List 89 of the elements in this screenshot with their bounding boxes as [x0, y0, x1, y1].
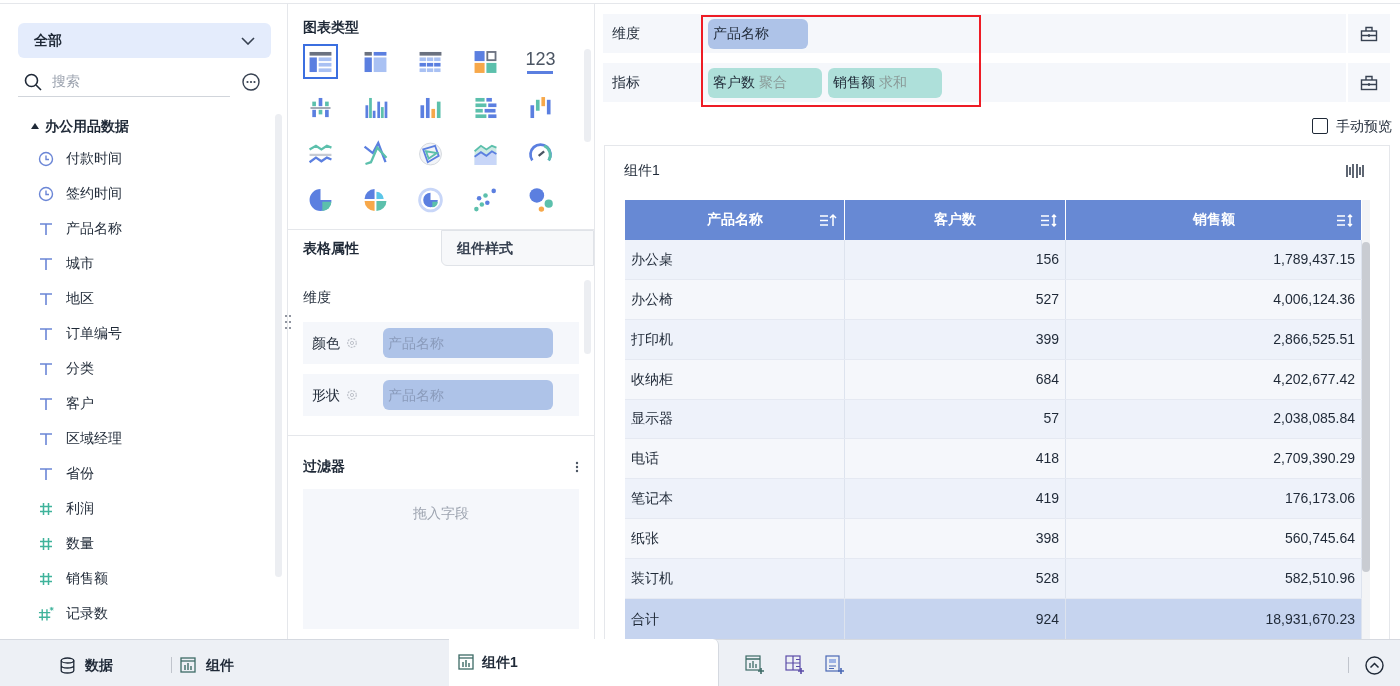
table-cell: 装订机: [625, 559, 845, 599]
dataset-name[interactable]: 办公用品数据: [45, 115, 129, 137]
table-cell: 528: [845, 559, 1066, 599]
widget-title: 组件1: [624, 161, 660, 180]
toolbox-icon[interactable]: [1360, 25, 1378, 42]
barcode-icon[interactable]: [1346, 162, 1364, 179]
chart-sheet-icon: [458, 654, 474, 670]
panel-tab[interactable]: 数据: [60, 654, 113, 676]
text-type-icon: [39, 326, 53, 341]
table-cell: 399: [845, 319, 1066, 359]
table-cell: 419: [845, 479, 1066, 519]
chart-type-button[interactable]: [303, 44, 338, 79]
toolbox-icon[interactable]: [1360, 74, 1378, 91]
search-field[interactable]: 搜索: [52, 71, 202, 92]
sort-ascending-icon[interactable]: [819, 211, 837, 228]
table-cell: 57: [845, 399, 1066, 439]
text-type-icon: [39, 361, 53, 376]
search-icon: [24, 72, 42, 91]
scope-dropdown[interactable]: 全部: [18, 23, 271, 58]
table-cell: 笔记本: [625, 479, 845, 519]
hash-icon: [39, 571, 53, 586]
table-cell: 办公椅: [625, 279, 845, 319]
text-type-icon: [39, 256, 53, 271]
field-item[interactable]: 产品名称: [66, 218, 122, 239]
table-cell: 418: [845, 439, 1066, 479]
expanded-triangle-icon[interactable]: [31, 122, 39, 130]
more-vertical-icon[interactable]: [575, 460, 579, 473]
sheet-tab[interactable]: 组件1: [449, 639, 719, 686]
field-pill[interactable]: 销售额 求和: [828, 67, 942, 98]
scrollbar[interactable]: [1362, 200, 1370, 639]
sort-icon[interactable]: [1336, 211, 1354, 228]
database-icon: [60, 656, 75, 674]
text-type-icon: [39, 466, 53, 481]
text-type-icon: [39, 431, 53, 446]
table-cell: 打印机: [625, 319, 845, 359]
table-cell: 纸张: [625, 519, 845, 559]
table-cell: 收纳柜: [625, 359, 845, 399]
table-cell: 684: [845, 359, 1066, 399]
clock-icon: [38, 150, 54, 167]
add-text-icon[interactable]: [825, 655, 845, 675]
text-type-icon: [39, 396, 53, 411]
table-cell: 显示器: [625, 399, 845, 439]
shelf-label: 维度: [612, 24, 641, 43]
field-item[interactable]: 付款时间: [66, 148, 122, 169]
field-item[interactable]: 省份: [66, 463, 94, 484]
add-chart-icon[interactable]: [745, 655, 765, 675]
property-label: 形状: [312, 385, 341, 405]
section-title: 图表类型: [303, 18, 360, 37]
table-cell: 156: [845, 239, 1066, 279]
table-cell: 办公桌: [625, 239, 845, 279]
table-cell: 电话: [625, 439, 845, 479]
field-item[interactable]: 客户: [66, 393, 94, 414]
property-label: 颜色: [312, 333, 341, 353]
field-item[interactable]: 区域经理: [66, 428, 122, 449]
hash-icon: [39, 536, 53, 551]
field-item[interactable]: 数量: [66, 533, 94, 554]
hash-icon: [39, 501, 53, 516]
add-table-icon[interactable]: [785, 655, 805, 675]
field-item[interactable]: 销售额: [66, 568, 108, 589]
field-item[interactable]: 分类: [66, 358, 94, 379]
field-item[interactable]: 利润: [66, 498, 94, 519]
table-cell: 527: [845, 279, 1066, 319]
section-label: 维度: [303, 288, 332, 307]
checkbox-label: 手动预览: [1336, 116, 1392, 136]
chart-sheet-icon: [180, 657, 196, 673]
field-item[interactable]: 签约时间: [66, 183, 122, 204]
text-type-icon: [39, 221, 53, 236]
more-options-icon[interactable]: [242, 73, 260, 91]
checkbox[interactable]: [1312, 118, 1328, 134]
hash-star-icon: [38, 605, 54, 622]
total-cell: 924: [845, 599, 1066, 639]
field-item[interactable]: 订单编号: [66, 323, 122, 344]
field-item[interactable]: 城市: [66, 253, 94, 274]
table-cell: 398: [845, 519, 1066, 559]
panel-tab[interactable]: 组件: [180, 654, 234, 676]
field-item[interactable]: 记录数: [66, 603, 108, 624]
shelf-label: 指标: [612, 73, 641, 92]
text-type-icon: [39, 291, 53, 306]
collapse-up-icon[interactable]: [1365, 655, 1384, 675]
field-pill[interactable]: 产品名称: [708, 18, 808, 49]
property-tab[interactable]: 组件样式: [441, 230, 594, 266]
clock-icon: [38, 185, 54, 202]
chevron-down-icon: [241, 36, 255, 45]
field-pill[interactable]: 客户数 聚合: [708, 67, 822, 98]
field-item[interactable]: 地区: [66, 288, 94, 309]
sort-icon[interactable]: [1040, 211, 1058, 228]
total-cell: 合计: [625, 599, 845, 639]
drag-handle-icon[interactable]: [285, 314, 291, 332]
section-title: 过滤器: [303, 457, 345, 476]
